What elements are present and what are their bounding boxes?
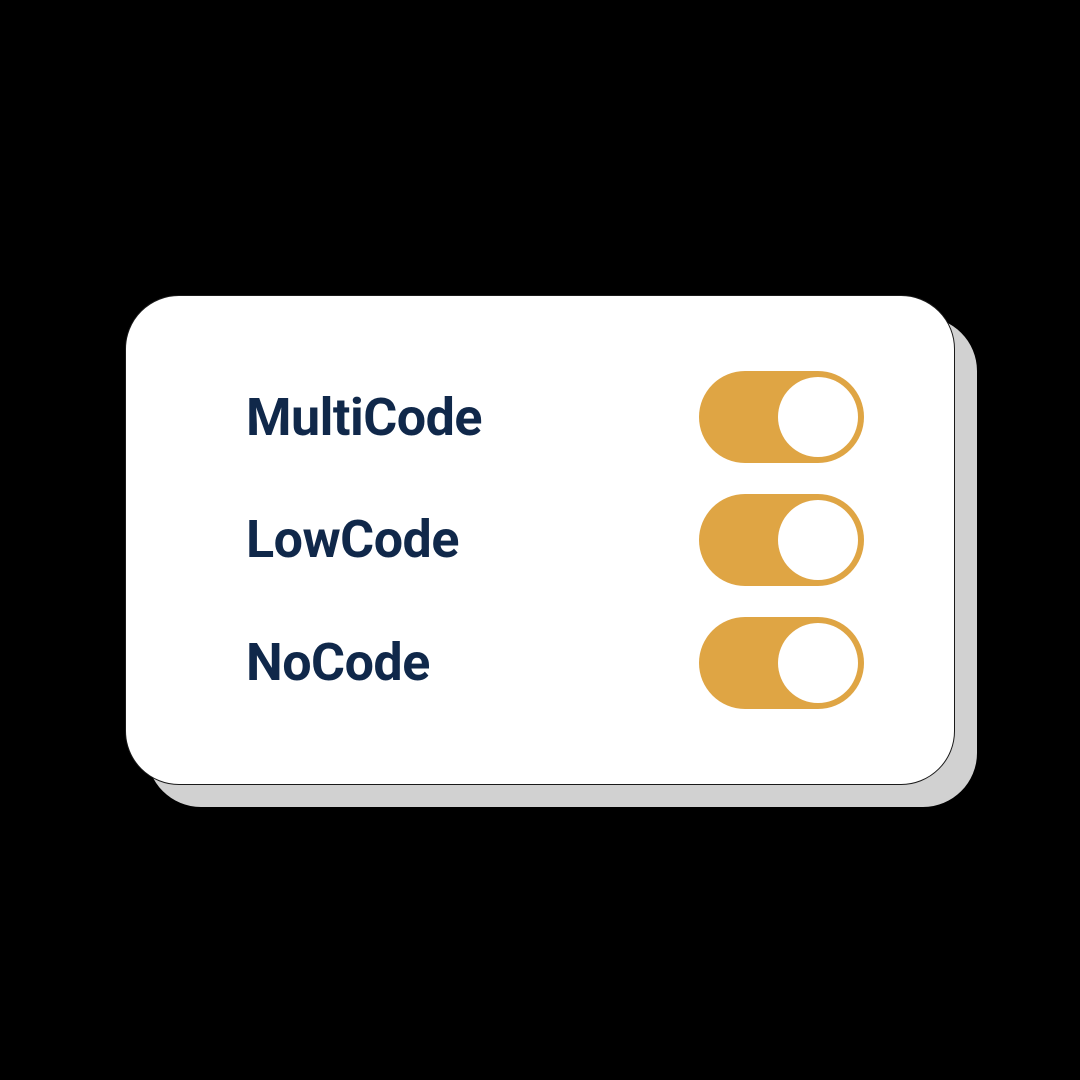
settings-card: MultiCode LowCode NoCode [125, 295, 955, 785]
toggle-switch-lowcode[interactable] [699, 494, 864, 586]
toggle-switch-nocode[interactable] [699, 617, 864, 709]
toggle-label-nocode: NoCode [246, 632, 430, 693]
toggle-knob [778, 623, 858, 703]
toggle-knob [778, 500, 858, 580]
toggle-label-multicode: MultiCode [246, 387, 482, 448]
toggle-row-lowcode: LowCode [246, 494, 864, 586]
toggle-label-lowcode: LowCode [246, 509, 459, 570]
toggle-switch-multicode[interactable] [699, 371, 864, 463]
settings-card-wrapper: MultiCode LowCode NoCode [125, 295, 955, 785]
toggle-row-multicode: MultiCode [246, 371, 864, 463]
toggle-knob [778, 377, 858, 457]
toggle-row-nocode: NoCode [246, 617, 864, 709]
